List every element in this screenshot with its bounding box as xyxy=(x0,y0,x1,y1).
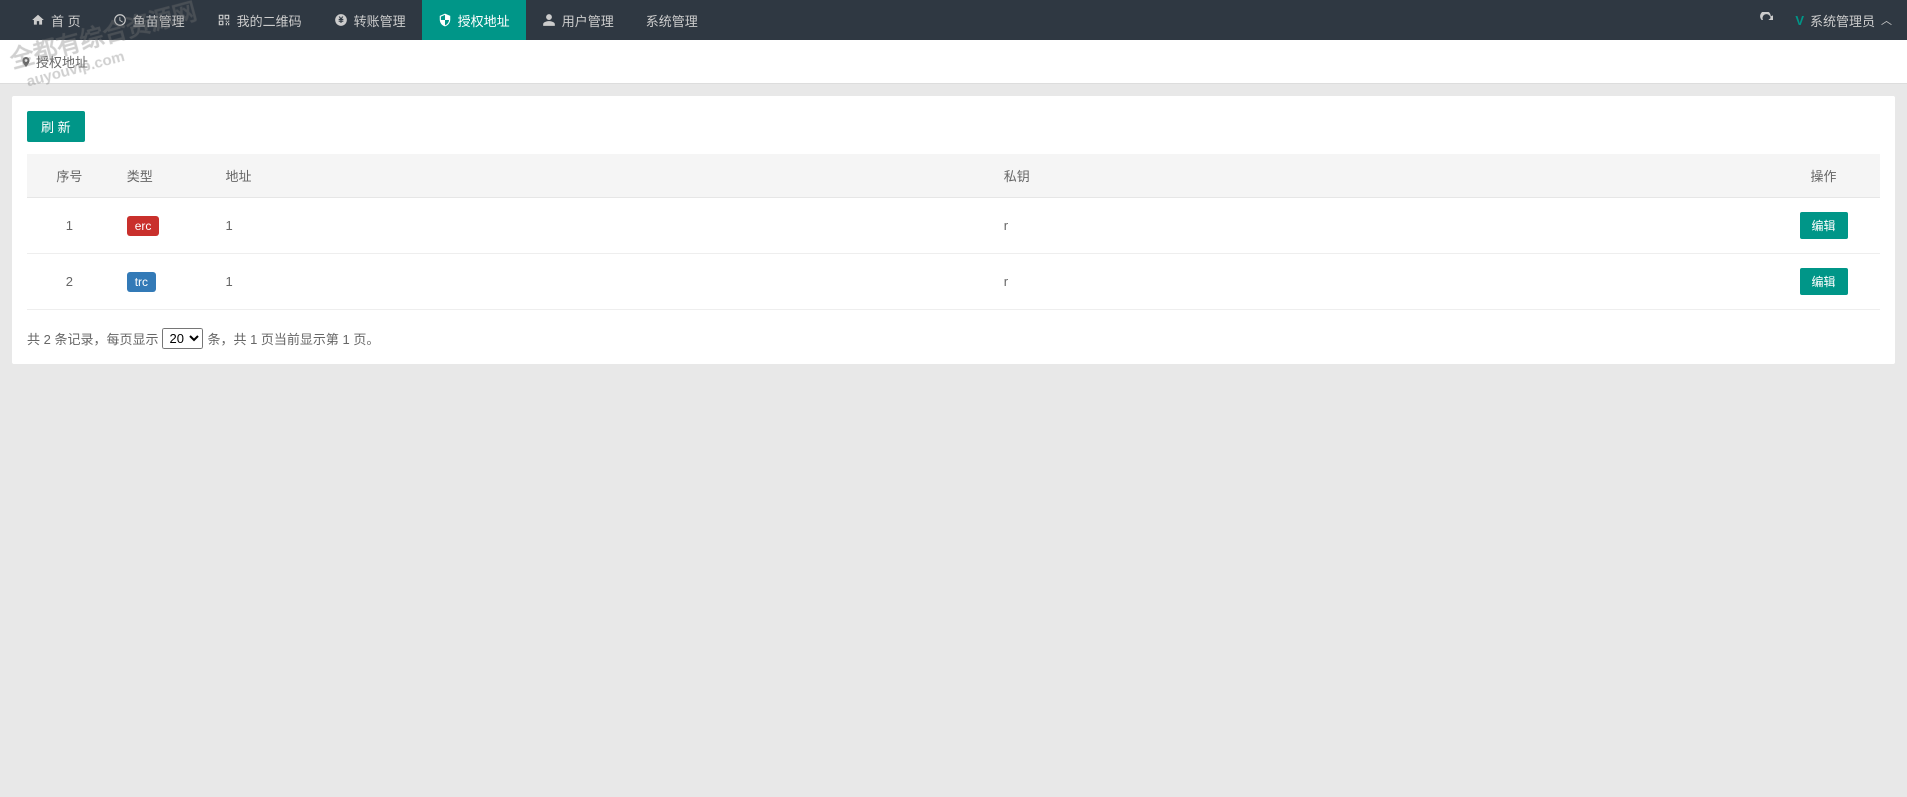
nav-label: 我的二维码 xyxy=(237,11,302,30)
header-address: 地址 xyxy=(211,154,989,198)
cell-type: trc xyxy=(112,254,211,310)
header-key: 私钥 xyxy=(989,154,1767,198)
nav-user-mgmt[interactable]: 用户管理 xyxy=(526,0,630,40)
table-row: 1 erc 1 r 编辑 xyxy=(27,198,1880,254)
cell-operation: 编辑 xyxy=(1767,198,1880,254)
nav-label: 鱼苗管理 xyxy=(133,11,185,30)
cell-key: r xyxy=(989,254,1767,310)
type-badge-erc: erc xyxy=(127,216,160,236)
user-name: 系统管理员 xyxy=(1810,11,1875,30)
pagination-suffix: 条，共 1 页当前显示第 1 页。 xyxy=(207,329,379,348)
global-refresh-button[interactable] xyxy=(1759,12,1775,28)
edit-button[interactable]: 编辑 xyxy=(1800,268,1848,295)
cell-type: erc xyxy=(112,198,211,254)
table-header-row: 序号 类型 地址 私钥 操作 xyxy=(27,154,1880,198)
nav-system-mgmt[interactable]: 系统管理 xyxy=(630,0,714,40)
yen-icon xyxy=(334,13,348,27)
nav-transfer[interactable]: 转账管理 xyxy=(318,0,422,40)
nav-fish[interactable]: 鱼苗管理 xyxy=(97,0,201,40)
breadcrumb: 授权地址 xyxy=(0,40,1907,84)
clock-icon xyxy=(113,13,127,27)
cell-address: 1 xyxy=(211,254,989,310)
type-badge-trc: trc xyxy=(127,272,156,292)
pagination-prefix: 共 2 条记录，每页显示 xyxy=(27,329,158,348)
nav-home[interactable]: 首 页 xyxy=(15,0,97,40)
qr-icon xyxy=(217,13,231,27)
cell-seq: 2 xyxy=(27,254,112,310)
refresh-icon xyxy=(1759,12,1775,28)
top-navigation: 首 页 鱼苗管理 我的二维码 转账管理 授权地址 用户管理 系统管理 xyxy=(0,0,1907,40)
user-menu[interactable]: V 系统管理员 ︿ xyxy=(1795,11,1892,30)
nav-auth-address[interactable]: 授权地址 xyxy=(422,0,526,40)
v-logo-icon: V xyxy=(1795,13,1804,28)
chevron-up-icon: ︿ xyxy=(1881,12,1892,28)
cell-address: 1 xyxy=(211,198,989,254)
nav-label: 用户管理 xyxy=(562,11,614,30)
breadcrumb-label: 授权地址 xyxy=(36,52,88,71)
edit-button[interactable]: 编辑 xyxy=(1800,212,1848,239)
cell-operation: 编辑 xyxy=(1767,254,1880,310)
header-seq: 序号 xyxy=(27,154,112,198)
header-operation: 操作 xyxy=(1767,154,1880,198)
nav-qrcode[interactable]: 我的二维码 xyxy=(201,0,318,40)
refresh-button[interactable]: 刷 新 xyxy=(27,111,85,142)
user-icon xyxy=(542,13,556,27)
nav-label: 系统管理 xyxy=(646,11,698,30)
header-type: 类型 xyxy=(112,154,211,198)
nav-label: 转账管理 xyxy=(354,11,406,30)
cell-seq: 1 xyxy=(27,198,112,254)
nav-right: V 系统管理员 ︿ xyxy=(1759,11,1892,30)
home-icon xyxy=(31,13,45,27)
page-size-select[interactable]: 20 xyxy=(162,328,203,349)
cell-key: r xyxy=(989,198,1767,254)
table-row: 2 trc 1 r 编辑 xyxy=(27,254,1880,310)
nav-label: 授权地址 xyxy=(458,11,510,30)
nav-label: 首 页 xyxy=(51,11,81,30)
location-icon xyxy=(20,56,32,68)
shield-icon xyxy=(438,13,452,27)
pagination: 共 2 条记录，每页显示 20 条，共 1 页当前显示第 1 页。 xyxy=(27,328,1880,349)
nav-left: 首 页 鱼苗管理 我的二维码 转账管理 授权地址 用户管理 系统管理 xyxy=(15,0,714,40)
main-content: 刷 新 序号 类型 地址 私钥 操作 1 erc 1 r 编辑 2 trc 1 xyxy=(12,96,1895,364)
address-table: 序号 类型 地址 私钥 操作 1 erc 1 r 编辑 2 trc 1 r 编辑 xyxy=(27,154,1880,310)
